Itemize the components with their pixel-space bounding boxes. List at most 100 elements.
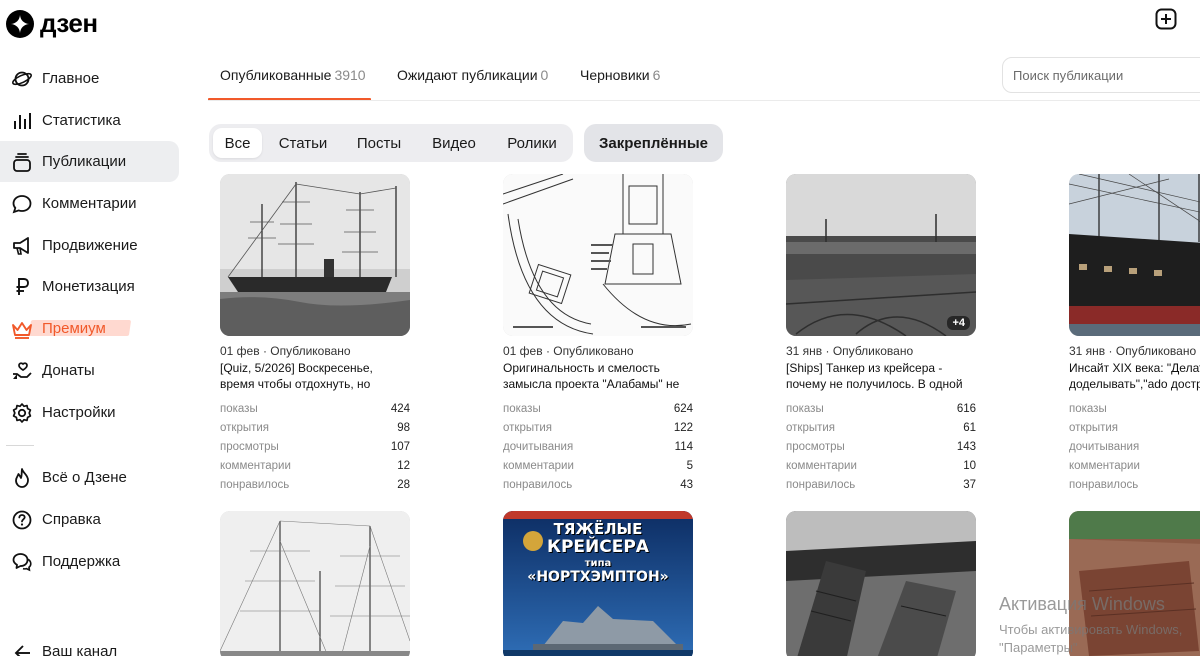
sidebar-item-settings[interactable]: Настройки — [0, 392, 179, 433]
stat-value: 616 — [956, 402, 976, 415]
stack-icon — [10, 150, 34, 174]
tab-label: Ожидают публикации — [397, 67, 538, 83]
filter-pinned-button[interactable]: Закреплённые — [584, 124, 723, 162]
megaphone-icon — [10, 234, 34, 258]
stat-value: 37 — [963, 478, 976, 491]
sidebar-item-your-channel[interactable]: Ваш канал — [0, 631, 179, 656]
stat-row: открытия 98 — [220, 418, 410, 437]
publication-card[interactable]: 01 фев · Опубликовано Оригинальность и с… — [503, 174, 693, 494]
publication-thumbnail — [503, 174, 693, 336]
stat-label: понравилось — [786, 478, 856, 491]
tab-count: 3910 — [334, 67, 366, 83]
book-cover-text: ТЯЖЁЛЫЕ КРЕЙСЕРА типа «НОРТХЭМПТОН» — [503, 520, 693, 586]
stat-label: комментарии — [503, 459, 574, 472]
tab-count: 0 — [540, 67, 549, 83]
crown-icon — [10, 317, 34, 341]
sidebar-item-support[interactable]: Поддержка — [0, 541, 179, 582]
sidebar-item-label: Ваш канал — [42, 643, 118, 656]
stat-row: открытия 61 — [786, 418, 976, 437]
stat-label: комментарии — [786, 459, 857, 472]
support-chat-icon — [10, 550, 34, 574]
stat-row: комментарии 5 — [503, 456, 693, 475]
sidebar-item-label: Продвижение — [42, 237, 138, 254]
publication-card[interactable] — [220, 511, 410, 656]
publication-card[interactable]: 01 фев · Опубликовано [Quiz, 5/2026] Вос… — [220, 174, 410, 494]
publication-meta: 01 фев · Опубликовано — [220, 344, 351, 358]
sidebar-item-label: Монетизация — [42, 278, 135, 295]
filter-videos[interactable]: Видео — [423, 128, 485, 158]
sidebar-item-label: Поддержка — [42, 553, 121, 570]
stat-row: понравилось 37 — [786, 475, 976, 494]
stat-label: показы — [220, 402, 258, 415]
tab-published[interactable]: Опубликованные 3910 — [208, 58, 371, 101]
filter-all[interactable]: Все — [213, 128, 262, 158]
add-publication-button[interactable] — [1155, 8, 1177, 30]
publication-title[interactable]: [Ships] Танкер из крейсера - почему не п… — [786, 361, 976, 392]
sidebar-item-main[interactable]: Главное — [0, 58, 179, 99]
sidebar-item-publications[interactable]: Публикации — [0, 141, 179, 182]
publication-stats: показы 424 открытия 98 просмотры 107 коммен… — [220, 399, 410, 494]
publication-thumbnail — [1069, 174, 1200, 336]
stat-row: показы 424 — [220, 399, 410, 418]
publication-thumbnail — [786, 511, 976, 656]
stat-label: понравилось — [220, 478, 290, 491]
publication-thumbnail: ТЯЖЁЛЫЕ КРЕЙСЕРА типа «НОРТХЭМПТОН» — [503, 511, 693, 656]
sidebar-item-donations[interactable]: Донаты — [0, 350, 179, 391]
sidebar-item-comments[interactable]: Комментарии — [0, 183, 179, 224]
publication-thumbnail: +4 — [786, 174, 976, 336]
stat-value: 424 — [390, 402, 410, 415]
stat-value: 107 — [390, 440, 410, 453]
sidebar-item-label: Публикации — [42, 153, 127, 170]
publication-title[interactable]: Инсайт XIX века: "Делать или не доделыва… — [1069, 361, 1200, 392]
stat-value: 12 — [397, 459, 410, 472]
stat-row: просмотры 143 — [786, 437, 976, 456]
publication-thumbnail — [220, 174, 410, 336]
publication-card[interactable]: ТЯЖЁЛЫЕ КРЕЙСЕРА типа «НОРТХЭМПТОН» — [503, 511, 693, 656]
publication-card[interactable]: 31 янв · Опубликовано Инсайт XIX века: "… — [1069, 174, 1200, 494]
stat-label: открытия — [1069, 421, 1119, 434]
publication-meta: 01 фев · Опубликовано — [503, 344, 634, 358]
filter-shorts[interactable]: Ролики — [497, 128, 567, 158]
filter-articles[interactable]: Статьи — [271, 128, 335, 158]
sidebar-item-premium[interactable]: Премиум — [0, 308, 179, 349]
sidebar-item-statistics[interactable]: Статистика — [0, 100, 179, 141]
tab-label: Черновики — [580, 67, 650, 83]
gear-icon — [10, 401, 34, 425]
publication-thumbnail — [1069, 511, 1200, 656]
publication-stats: показы 616 открытия 61 просмотры 143 коммен… — [786, 399, 976, 494]
search-publication-input[interactable] — [1002, 57, 1200, 93]
publication-title[interactable]: Оригинальность и смелость замысла проект… — [503, 361, 693, 392]
publication-thumbnail — [220, 511, 410, 656]
stat-value: 114 — [674, 440, 693, 453]
sidebar-item-monetization[interactable]: Монетизация — [0, 266, 179, 307]
arrow-back-icon — [10, 640, 34, 656]
stat-label: дочитывания — [503, 440, 574, 453]
filter-posts[interactable]: Посты — [347, 128, 411, 158]
publication-card[interactable] — [1069, 511, 1200, 656]
sidebar-item-about[interactable]: Всё о Дзене — [0, 457, 179, 498]
stat-label: показы — [1069, 402, 1107, 415]
publication-stats: показы 624 открытия 122 дочитывания 114 ком… — [503, 399, 693, 494]
dzen-studio-app: дзен Главное Статистика Публикации Комме… — [0, 0, 1200, 656]
book-cover-line: «НОРТХЭМПТОН» — [527, 569, 669, 586]
tab-drafts[interactable]: Черновики 6 — [580, 58, 660, 101]
sidebar-divider — [6, 445, 34, 446]
stat-label: дочитывания — [1069, 440, 1140, 453]
stat-label: комментарии — [1069, 459, 1140, 472]
dzen-logo[interactable]: дзен — [6, 8, 98, 39]
sidebar-item-promotion[interactable]: Продвижение — [0, 225, 179, 266]
publication-title[interactable]: [Quiz, 5/2026] Воскресенье, время чтобы … — [220, 361, 410, 392]
sidebar-item-help[interactable]: Справка — [0, 499, 179, 540]
stat-row: дочитывания 114 — [503, 437, 693, 456]
more-images-badge: +4 — [947, 316, 970, 330]
book-cover-line: типа — [584, 557, 612, 569]
stat-row: открытия 122 — [503, 418, 693, 437]
stat-value: 28 — [397, 478, 410, 491]
publication-card[interactable] — [786, 511, 976, 656]
stat-row: комментарии 12 — [220, 456, 410, 475]
flame-icon — [10, 466, 34, 490]
tabs-underline — [208, 100, 1200, 101]
tab-pending[interactable]: Ожидают публикации 0 — [397, 58, 548, 101]
publication-card[interactable]: +4 31 янв · Опубликовано [Ships] Танкер … — [786, 174, 976, 494]
stat-label: показы — [503, 402, 541, 415]
